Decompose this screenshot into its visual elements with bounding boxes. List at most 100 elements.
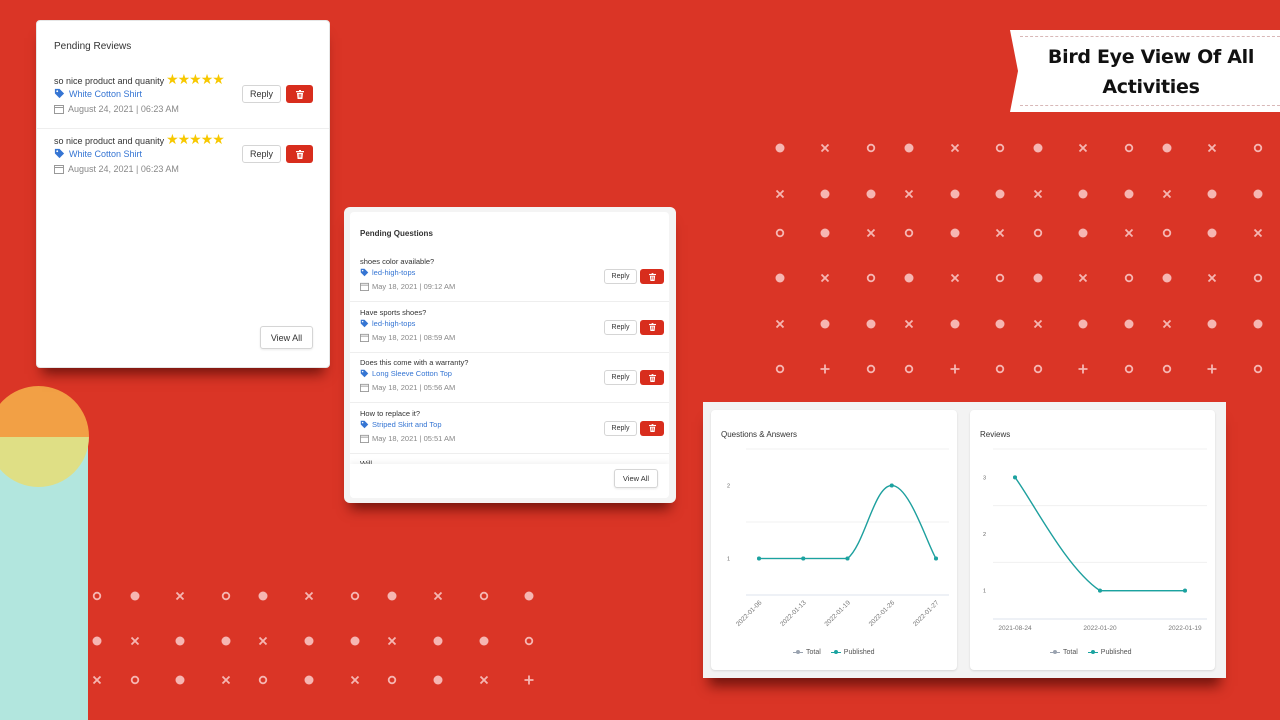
question-item: How to replace it? Striped Skirt and Top M… [350, 404, 669, 454]
tag-icon [360, 369, 369, 378]
pattern-symbol [995, 189, 1005, 199]
data-point-published [934, 556, 938, 561]
product-link[interactable]: Long Sleeve Cotton Top [360, 369, 452, 378]
pending-questions-card: Pending Questions shoes color available?… [344, 207, 676, 503]
pattern-symbol [1162, 228, 1172, 238]
question-item: shoes color available? led-high-tops May 1… [350, 252, 669, 302]
pattern-symbol [904, 143, 914, 153]
delete-button[interactable] [640, 370, 664, 385]
x-tick-label: 2022-01-19 [823, 599, 852, 628]
pattern-symbol [820, 228, 830, 238]
product-link[interactable]: White Cotton Shirt [54, 148, 142, 159]
pattern-symbol [950, 228, 960, 238]
reply-button[interactable]: Reply [242, 85, 281, 103]
pattern-symbol [433, 675, 443, 685]
pattern-symbol [1124, 189, 1134, 199]
data-point-published [801, 556, 806, 561]
pattern-symbol [995, 228, 1005, 238]
pattern-symbol [775, 273, 785, 283]
view-all-reviews-button[interactable]: View All [260, 326, 313, 349]
tag-icon [54, 148, 65, 159]
x-tick-label: 2022-01-13 [779, 599, 808, 628]
trash-icon [648, 272, 656, 281]
pattern-symbol [904, 273, 914, 283]
reply-button[interactable]: Reply [604, 420, 637, 436]
pattern-symbol [950, 143, 960, 153]
reply-button[interactable]: Reply [604, 370, 637, 385]
pattern-symbol [1124, 364, 1134, 374]
calendar-icon [360, 333, 369, 342]
delete-button[interactable] [286, 145, 313, 163]
pattern-symbol [904, 364, 914, 374]
questions-list[interactable]: shoes color available? led-high-tops May 1… [350, 252, 669, 464]
pattern-symbol [175, 675, 185, 685]
pattern-symbol [1124, 143, 1134, 153]
pattern-symbol [221, 675, 231, 685]
pattern-symbol [1207, 273, 1217, 283]
delete-button[interactable] [640, 319, 664, 335]
delete-button[interactable] [286, 85, 313, 103]
delete-button[interactable] [640, 269, 664, 284]
question-text: How to replace it? [360, 408, 421, 418]
pattern-symbol [92, 591, 102, 601]
charts-panel: Questions & Answers 1 2 2022-01-06 2022-01-… [703, 402, 1226, 678]
pattern-symbol [1253, 143, 1263, 153]
data-point-published [845, 556, 850, 561]
legend-item-total[interactable]: Total [1050, 649, 1078, 656]
pattern-symbol [175, 636, 185, 646]
trash-icon [648, 373, 656, 382]
pattern-symbol [1124, 273, 1134, 283]
data-point-published [1183, 588, 1187, 593]
pattern-symbol [479, 591, 489, 601]
pattern-symbol [866, 143, 876, 153]
pattern-symbol [995, 143, 1005, 153]
star-rating: ★★★★★ [166, 131, 225, 147]
question-date: May 18, 2021 | 09:12 AM [360, 282, 455, 291]
question-text: Does this come with a warranty? [360, 358, 469, 367]
pattern-symbol [221, 636, 231, 646]
pattern-symbol [1033, 189, 1043, 199]
delete-button[interactable] [640, 420, 664, 436]
y-tick-label: 3 [983, 475, 986, 481]
tag-icon [360, 268, 369, 277]
pattern-symbol [92, 675, 102, 685]
pattern-symbol [524, 675, 534, 685]
pattern-symbol [1253, 364, 1263, 374]
product-link[interactable]: Striped Skirt and Top [360, 420, 442, 429]
pattern-symbol [524, 591, 534, 601]
x-tick-label: 2022-01-06 [735, 599, 764, 628]
product-link[interactable]: led-high-tops [360, 268, 415, 277]
view-all-questions-button[interactable]: View All [614, 469, 658, 488]
chart-plot: 1 2 2022-01-06 2022-01-13 2022-01-19 2022-01-… [727, 448, 949, 628]
pattern-symbol [775, 319, 785, 329]
pattern-symbol [1124, 228, 1134, 238]
legend-item-total[interactable]: Total [793, 649, 821, 656]
pattern-symbol [995, 364, 1005, 374]
pattern-symbol [904, 228, 914, 238]
calendar-icon [360, 383, 369, 392]
pattern-symbol [820, 189, 830, 199]
pattern-symbol [387, 591, 397, 601]
product-link[interactable]: White Cotton Shirt [54, 88, 142, 99]
trash-icon [295, 89, 304, 99]
pattern-symbol [1253, 319, 1263, 329]
reply-button[interactable]: Reply [604, 269, 637, 284]
legend-item-published[interactable]: Published [830, 649, 875, 656]
reviews-chart: Reviews 1 2 3 2021-08-24 2022-01-20 2022-01-1… [970, 410, 1215, 670]
pattern-symbol [304, 636, 314, 646]
legend-item-published[interactable]: Published [1087, 649, 1132, 656]
reply-button[interactable]: Reply [242, 145, 281, 163]
pattern-symbol [1033, 228, 1043, 238]
pattern-symbol [92, 636, 102, 646]
pattern-symbol [1207, 228, 1217, 238]
pattern-symbol [479, 675, 489, 685]
question-date: May 18, 2021 | 05:56 AM [360, 383, 455, 392]
pattern-symbol [1162, 143, 1172, 153]
pattern-symbol [866, 189, 876, 199]
pattern-symbol [304, 675, 314, 685]
reply-button[interactable]: Reply [604, 319, 637, 335]
pattern-symbol [221, 591, 231, 601]
tag-icon [360, 420, 369, 428]
series-line-total [1014, 476, 1185, 592]
product-link[interactable]: led-high-tops [360, 319, 415, 328]
